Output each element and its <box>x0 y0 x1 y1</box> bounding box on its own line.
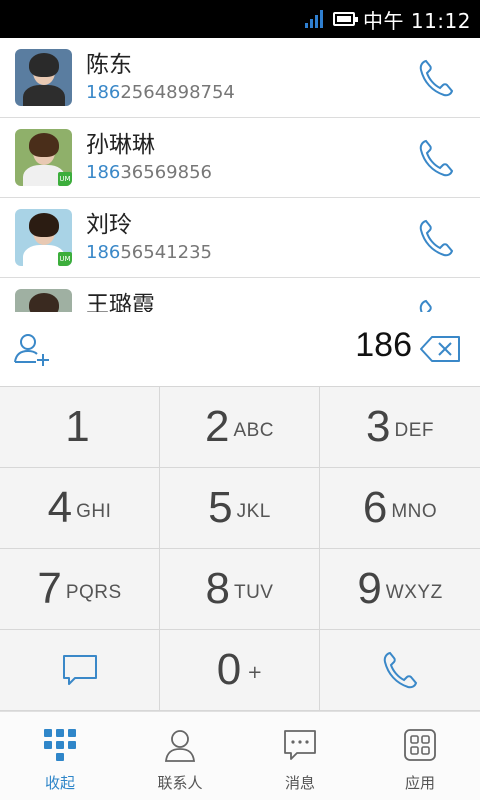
call-button[interactable] <box>414 296 458 312</box>
avatar <box>15 49 72 106</box>
phone-icon <box>419 139 454 176</box>
nav-messages[interactable]: 消息 <box>240 712 360 800</box>
um-badge: UM <box>58 252 72 266</box>
key-7[interactable]: 7 PQRS <box>0 549 160 630</box>
backspace-button[interactable] <box>418 334 462 364</box>
add-person-icon <box>14 334 49 366</box>
avatar: UM <box>15 129 72 186</box>
call-key[interactable] <box>320 630 480 711</box>
contact-number: 18656541235 <box>86 241 212 263</box>
nav-label: 联系人 <box>157 774 203 792</box>
key-3[interactable]: 3 DEF <box>320 387 480 468</box>
contact-number: 18636569856 <box>86 161 212 183</box>
status-bar: 中午 11:12 <box>0 0 480 38</box>
contact-row[interactable]: 王璐霞 18665419871 <box>0 278 480 312</box>
nav-apps[interactable]: 应用 <box>360 712 480 800</box>
signal-icon <box>305 10 325 28</box>
key-4[interactable]: 4 GHI <box>0 468 160 549</box>
key-6[interactable]: 6 MNO <box>320 468 480 549</box>
bottom-nav: 收起 联系人 消息 应用 <box>0 711 480 800</box>
contact-list: 陈东 1862564898754 UM 孙琳琳 18636569856 UM 刘… <box>0 38 480 312</box>
avatar <box>15 289 72 312</box>
dial-input-bar: 186 <box>0 312 480 387</box>
call-button[interactable] <box>414 56 458 100</box>
keypad: 1 2 ABC 3 DEF 4 GHI 5 JKL 6 MNO 7 PQRS 8 TUV 9W… <box>0 387 480 711</box>
contact-row[interactable]: 陈东 1862564898754 <box>0 38 480 118</box>
key-2[interactable]: 2 ABC <box>160 387 320 468</box>
phone-icon <box>419 59 454 96</box>
add-contact-button[interactable] <box>12 330 52 370</box>
contact-row[interactable]: UM 刘玲 18656541235 <box>0 198 480 278</box>
person-icon <box>164 730 196 762</box>
keypad-grid-icon <box>44 729 76 761</box>
key-0[interactable]: 0 + <box>160 630 320 711</box>
key-9[interactable]: 9 WXYZ <box>320 549 480 630</box>
nav-collapse[interactable]: 收起 <box>0 712 120 800</box>
status-time: 中午 11:12 <box>363 8 471 33</box>
chat-bubble-icon <box>284 730 316 760</box>
contact-name: 王璐霞 <box>86 291 155 313</box>
contact-name: 陈东 <box>86 51 132 78</box>
battery-icon <box>333 12 358 26</box>
um-badge: UM <box>58 172 72 186</box>
backspace-icon <box>420 336 460 362</box>
phone-icon <box>419 299 432 312</box>
phone-icon <box>419 219 454 256</box>
message-icon <box>62 655 97 685</box>
dialed-number[interactable]: 186 <box>355 326 412 365</box>
contact-name: 孙琳琳 <box>86 131 155 158</box>
nav-label: 收起 <box>44 774 75 792</box>
contact-row[interactable]: UM 孙琳琳 18636569856 <box>0 118 480 198</box>
key-5[interactable]: 5 JKL <box>160 468 320 549</box>
nav-contacts[interactable]: 联系人 <box>120 712 240 800</box>
call-button[interactable] <box>414 136 458 180</box>
nav-label: 应用 <box>404 774 435 792</box>
key-1[interactable]: 1 <box>0 387 160 468</box>
avatar: UM <box>15 209 72 266</box>
phone-icon <box>383 651 418 689</box>
nav-label: 消息 <box>284 774 315 792</box>
contact-number: 1862564898754 <box>86 81 235 103</box>
apps-icon <box>404 729 436 761</box>
message-key[interactable] <box>0 630 160 711</box>
call-button[interactable] <box>414 216 458 260</box>
contact-name: 刘玲 <box>86 211 132 238</box>
dialer-screen: 中午 11:12 陈东 1862564898754 UM 孙琳琳 1863656… <box>0 0 480 800</box>
key-8[interactable]: 8 TUV <box>160 549 320 630</box>
